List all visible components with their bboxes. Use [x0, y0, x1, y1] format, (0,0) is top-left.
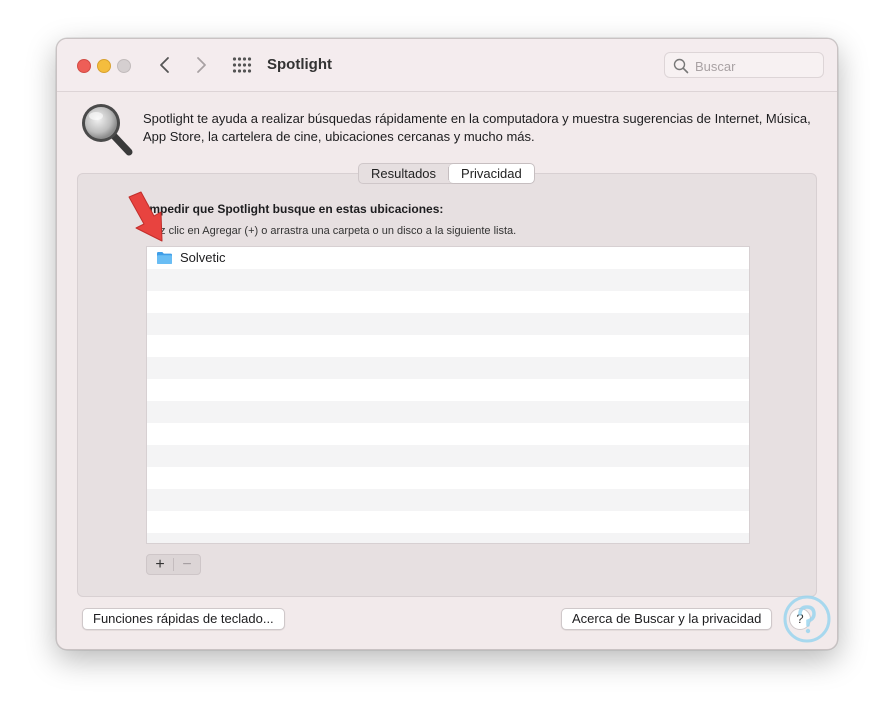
empty-row: [147, 489, 749, 511]
list-item[interactable]: Solvetic: [147, 247, 749, 269]
empty-row: [147, 291, 749, 313]
folder-icon: [157, 252, 172, 264]
excluded-locations-list[interactable]: Solvetic: [146, 246, 750, 544]
search-input[interactable]: [693, 56, 822, 76]
keyboard-shortcuts-button[interactable]: Funciones rápidas de teclado...: [82, 608, 285, 630]
about-search-privacy-button[interactable]: Acerca de Buscar y la privacidad: [561, 608, 773, 630]
tab-group: Resultados Privacidad: [358, 163, 535, 184]
minimize-button[interactable]: [97, 59, 111, 73]
search-field[interactable]: [664, 52, 824, 78]
privacy-panel: Impedir que Spotlight busque en estas ub…: [77, 173, 817, 597]
grid-icon: [232, 57, 252, 73]
solvetic-watermark-icon: [783, 595, 831, 643]
red-arrow-annotation: [128, 191, 163, 242]
add-location-button[interactable]: +: [147, 555, 173, 574]
add-remove-control: + −: [146, 554, 201, 575]
empty-row: [147, 445, 749, 467]
title-bar: Spotlight: [57, 39, 837, 92]
empty-row: [147, 335, 749, 357]
chevron-right-icon: [197, 57, 206, 73]
empty-row: [147, 357, 749, 379]
spotlight-magnifier-icon: [82, 104, 133, 156]
empty-row: [147, 401, 749, 423]
system-preferences-window: Spotlight Spotlight te ayuda a realizar …: [56, 38, 838, 650]
empty-row: [147, 511, 749, 533]
remove-location-button[interactable]: −: [174, 555, 200, 574]
empty-row: [147, 269, 749, 291]
tab-results[interactable]: Resultados: [359, 164, 448, 183]
chevron-left-icon: [160, 57, 169, 73]
show-all-button[interactable]: [232, 56, 252, 74]
back-button[interactable]: [153, 53, 177, 77]
privacy-hint: Haz clic en Agregar (+) o arrastra una c…: [146, 225, 517, 237]
empty-row: [147, 467, 749, 489]
empty-row: [147, 423, 749, 445]
zoom-button[interactable]: [117, 59, 131, 73]
forward-button[interactable]: [189, 53, 213, 77]
empty-row: [147, 379, 749, 401]
privacy-title: Impedir que Spotlight busque en estas ub…: [146, 202, 444, 216]
close-button[interactable]: [77, 59, 91, 73]
window-title: Spotlight: [267, 56, 332, 73]
empty-row: [147, 533, 749, 543]
list-item-label: Solvetic: [180, 250, 226, 265]
tab-privacy[interactable]: Privacidad: [449, 164, 534, 183]
spotlight-description: Spotlight te ayuda a realizar búsquedas …: [143, 111, 811, 144]
empty-row: [147, 313, 749, 335]
search-icon: [673, 58, 689, 74]
